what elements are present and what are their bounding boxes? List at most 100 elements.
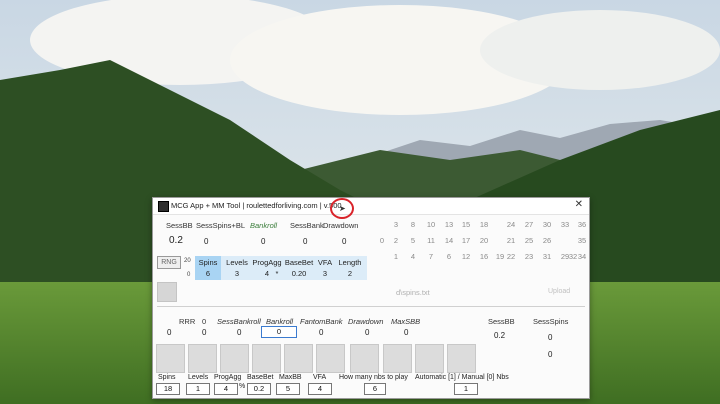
vfa-input[interactable]: 4 [308, 383, 332, 395]
spins-setting-label: Spins [158, 374, 176, 381]
sessbankroll-value: 0 [237, 328, 242, 337]
grid-number-cell: 36 [577, 220, 587, 229]
sessspins-bl-value: 0 [204, 237, 209, 246]
action-button-9[interactable] [415, 344, 444, 373]
action-button-5[interactable] [284, 344, 313, 373]
grid-number-cell: 22 [506, 252, 516, 261]
grid-number-cell: 31 [542, 252, 552, 261]
grid-number-cell: 7 [428, 252, 434, 261]
grid-number-cell: 15 [461, 220, 471, 229]
action-button-7[interactable] [350, 344, 379, 373]
grid-number-cell: 16 [479, 252, 489, 261]
grid-number-cell: 34 [577, 252, 587, 261]
bankroll-input[interactable]: 0 [261, 326, 297, 338]
close-button[interactable]: ✕ [575, 199, 583, 210]
grid-number-cell: 18 [479, 220, 489, 229]
grid-number-cell: 1 [393, 252, 399, 261]
grid-number-cell: 33 [560, 220, 570, 229]
right-sessspins-value: 0 [548, 333, 553, 342]
rrr-count-header: 0 [202, 317, 207, 326]
rrr-header: RRR [179, 317, 196, 326]
sessbank-value: 0 [303, 237, 308, 246]
progression-table: Spins Levels ProgAgg BaseBet VFA Length … [195, 256, 367, 280]
section-divider [157, 306, 585, 307]
action-button-2[interactable] [188, 344, 217, 373]
prog-header-basebet: BaseBet [284, 258, 314, 267]
upload-button[interactable]: Upload [548, 288, 570, 295]
fantombank-value: 0 [319, 328, 324, 337]
auto-manual-input[interactable]: 1 [454, 383, 478, 395]
right-sessspins-header: SessSpins [533, 317, 569, 326]
prog-header-vfa: VFA [317, 258, 333, 267]
levels-setting-label: Levels [188, 374, 209, 381]
grid-number-cell: 2 [393, 236, 399, 245]
grid-number-cell: 3 [393, 220, 399, 229]
prog-header-length: Length [338, 258, 362, 267]
action-button-1[interactable] [156, 344, 185, 373]
nbs-to-play-label: How many nbs to play [339, 374, 408, 381]
grid-number-cell: 26 [542, 236, 552, 245]
grid-number-cell: 23 [524, 252, 534, 261]
grid-number-cell: 10 [426, 220, 436, 229]
grid-number-cell: 25 [524, 236, 534, 245]
drawdown2-value: 0 [365, 328, 370, 337]
action-button-4[interactable] [252, 344, 281, 373]
right-extra-value: 0 [548, 350, 553, 359]
action-button-3[interactable] [220, 344, 249, 373]
drawdown2-header: Drawdown [348, 317, 384, 326]
basebet-input[interactable]: 0.2 [247, 383, 271, 395]
percent-sign: % [239, 383, 246, 390]
maxsbb-header: MaxSBB [391, 317, 421, 326]
grid-number-cell: 21 [506, 236, 516, 245]
prog-value-levels: 3 [234, 269, 240, 278]
spins-input[interactable]: 18 [156, 383, 180, 395]
grid-number-cell: 35 [577, 236, 587, 245]
rrr-value: 0 [167, 328, 172, 337]
maxbb-input[interactable]: 5 [276, 383, 300, 395]
vfa-setting-label: VFA [313, 374, 327, 381]
grid-number-cell: 14 [444, 236, 454, 245]
drawdown-value: 0 [342, 237, 347, 246]
maxbb-setting-label: MaxBB [279, 374, 302, 381]
grid-number-cell: 4 [410, 252, 416, 261]
grid-number-cell: 27 [524, 220, 534, 229]
progagg-setting-label: ProgAgg [214, 374, 242, 381]
sessbankroll-header: SessBankroll [217, 317, 261, 326]
rng-button[interactable]: RNG [157, 256, 181, 269]
sessbb-header: SessBB [166, 221, 193, 230]
prog-value-basebet: 0.20 [291, 269, 307, 278]
drawdown-header: Drawdown [323, 221, 359, 230]
rng-count-b: 0 [187, 272, 191, 278]
sessbank-header: SessBank [290, 221, 324, 230]
grid-number-cell: 0 [379, 236, 385, 245]
prog-value-vfa: 3 [322, 269, 328, 278]
fantombank-header: FantomBank [300, 317, 343, 326]
action-button-8[interactable] [383, 344, 412, 373]
sessbb-value: 0.2 [169, 235, 183, 246]
grid-number-cell: 13 [444, 220, 454, 229]
progagg-input[interactable]: 4 [214, 383, 238, 395]
rrr-count-value: 0 [202, 328, 207, 337]
action-button-10[interactable] [447, 344, 476, 373]
file-name-label: d\spins.txt [396, 288, 430, 297]
prog-header-spins: Spins [198, 258, 218, 267]
bankroll2-header: Bankroll [266, 317, 294, 326]
nbs-to-play-input[interactable]: 6 [364, 383, 386, 395]
file-select-button[interactable] [157, 282, 177, 302]
prog-header-progagg: ProgAgg [252, 258, 282, 267]
right-sessbb-header: SessBB [488, 317, 515, 326]
action-button-6[interactable] [316, 344, 345, 373]
prog-value-spins: 6 [205, 269, 211, 278]
window-title: MCG App + MM Tool | roulettedforliving.c… [171, 201, 342, 210]
right-sessbb-value: 0.2 [494, 331, 506, 340]
auto-manual-label: Automatic [1] / Manual [0] Nbs [415, 374, 509, 381]
rng-count-a: 20 [184, 258, 191, 264]
app-icon [158, 201, 169, 212]
grid-number-cell: 30 [542, 220, 552, 229]
title-bar: MCG App + MM Tool | roulettedforliving.c… [153, 198, 589, 219]
prog-value-length: 2 [347, 269, 353, 278]
bankroll-header: Bankroll [250, 221, 278, 230]
levels-input[interactable]: 1 [186, 383, 210, 395]
grid-number-cell: 20 [479, 236, 489, 245]
basebet-setting-label: BaseBet [247, 374, 274, 381]
